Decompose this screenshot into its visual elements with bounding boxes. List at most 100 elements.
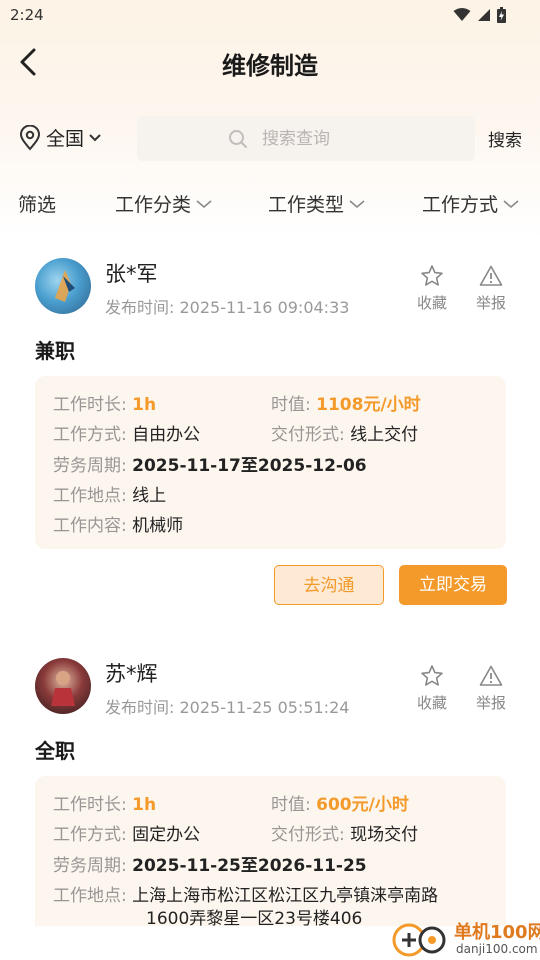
favorite-button[interactable]: 收藏 [412,264,452,313]
status-bar: 2:24 [0,0,540,32]
poster-name: 张*军 [105,262,158,286]
favorite-button[interactable]: 收藏 [412,664,452,713]
job-type: 兼职 [35,339,75,363]
location-value: 线上 [132,486,167,506]
favorite-label: 收藏 [416,694,447,712]
status-time: 2:24 [10,6,44,24]
delivery-value: 现场交付 [350,825,419,845]
delivery-row: 交付形式: 现场交付 [271,820,418,845]
duration-label: 工作时长: [53,395,127,415]
warning-icon [479,265,503,286]
location-label: 全国 [46,128,85,150]
period-value: 2025-11-17至2025-12-06 [132,456,367,476]
duration-row: 工作时长: 1h [53,390,156,415]
rate-value: 600元/小时 [316,795,409,815]
post-time-label: 发布时间: [105,698,175,717]
work-mode-label: 工作方式: [53,825,127,845]
location-row: 工作地点: 线上 [53,481,166,506]
location-label: 工作地点: [53,486,127,506]
content-label: 工作内容: [53,516,127,536]
avatar [35,258,91,314]
work-mode-value: 固定办公 [132,825,201,845]
status-icons [453,7,506,23]
duration-value: 1h [132,395,157,415]
nav-bar: 维修制造 [0,36,540,88]
warning-icon [479,665,503,686]
chevron-down-icon [89,133,101,141]
battery-icon [497,7,506,23]
category-dropdown[interactable]: 工作分类 [115,190,213,217]
wifi-icon [453,8,471,21]
rate-row: 时值: 600元/小时 [271,790,409,815]
method-dropdown[interactable]: 工作方式 [422,190,520,217]
post-time: 发布时间: 2025-11-16 09:04:33 [105,294,349,318]
location-row-cont: 1600弄黎星一区23号楼406 [146,904,362,929]
duration-label: 工作时长: [53,795,127,815]
star-icon [421,265,443,286]
chevron-down-icon [503,199,519,208]
post-time: 发布时间: 2025-11-25 05:51:24 [105,694,349,718]
filter-bar: 筛选 工作分类 工作类型 工作方式 [0,186,540,222]
chat-button[interactable]: 去沟通 [274,565,384,605]
rate-label: 时值: [271,395,311,415]
watermark-url: danji100.com [456,942,538,956]
listing-card: 苏*辉 发布时间: 2025-11-25 05:51:24 收藏 举报 全职 工… [0,650,540,960]
search-input[interactable] [260,127,384,150]
star-icon [421,665,443,686]
period-label: 劳务周期: [53,456,127,476]
work-mode-label: 工作方式: [53,425,127,445]
search-box[interactable] [137,116,475,161]
filter-label: 筛选 [18,194,57,216]
poster-name: 苏*辉 [105,662,158,686]
delivery-label: 交付形式: [271,425,345,445]
post-time-value: 2025-11-16 09:04:33 [179,298,350,317]
search-icon [229,129,247,148]
location-selector[interactable]: 全国 [18,124,102,151]
post-time-label: 发布时间: [105,298,175,317]
job-info-box: 工作时长: 1h 时值: 600元/小时 工作方式: 固定办公 交付形式: 现场… [35,776,506,929]
report-label: 举报 [475,294,506,312]
filter-button[interactable]: 筛选 [18,190,56,217]
rate-value: 1108元/小时 [316,395,421,415]
signal-icon [478,9,490,21]
work-mode-row: 工作方式: 固定办公 [53,820,200,845]
chevron-down-icon [349,199,365,208]
page-title: 维修制造 [222,52,318,80]
location-value-line1: 上海上海市松江区松江区九亭镇涞亭南路 [132,886,439,906]
location-label: 工作地点: [53,886,127,906]
trade-button[interactable]: 立即交易 [399,565,507,605]
category-label: 工作分类 [115,194,192,216]
rate-row: 时值: 1108元/小时 [271,390,421,415]
method-label: 工作方式 [422,194,499,216]
job-type: 全职 [35,739,75,763]
listing-card: 张*军 发布时间: 2025-11-16 09:04:33 收藏 举报 兼职 工… [0,250,540,620]
location-row: 工作地点: 上海上海市松江区松江区九亭镇涞亭南路 [53,881,438,906]
delivery-label: 交付形式: [271,825,345,845]
period-row: 劳务周期: 2025-11-25至2026-11-25 [53,851,367,876]
watermark-logo: 单机100网 danji100.com [392,918,540,960]
search-row: 全国 搜索 [0,114,540,164]
report-label: 举报 [475,694,506,712]
job-info-box: 工作时长: 1h 时值: 1108元/小时 工作方式: 自由办公 交付形式: 线… [35,376,506,549]
post-time-value: 2025-11-25 05:51:24 [179,698,350,717]
rate-label: 时值: [271,795,311,815]
chevron-down-icon [196,199,212,208]
period-row: 劳务周期: 2025-11-17至2025-12-06 [53,451,367,476]
work-mode-value: 自由办公 [132,425,201,445]
report-button[interactable]: 举报 [471,664,511,713]
location-value-line2: 1600弄黎星一区23号楼406 [146,909,363,929]
delivery-value: 线上交付 [350,425,419,445]
watermark-name: 单机100网 [454,922,540,943]
duration-row: 工作时长: 1h [53,790,156,815]
period-label: 劳务周期: [53,856,127,876]
favorite-label: 收藏 [416,294,447,312]
period-value: 2025-11-25至2026-11-25 [132,856,367,876]
content-row: 工作内容: 机械师 [53,511,183,536]
report-button[interactable]: 举报 [471,264,511,313]
location-pin-icon [19,124,41,151]
search-button[interactable]: 搜索 [488,126,522,151]
type-label: 工作类型 [268,194,345,216]
type-dropdown[interactable]: 工作类型 [268,190,366,217]
content-value: 机械师 [132,516,184,536]
avatar [35,658,91,714]
